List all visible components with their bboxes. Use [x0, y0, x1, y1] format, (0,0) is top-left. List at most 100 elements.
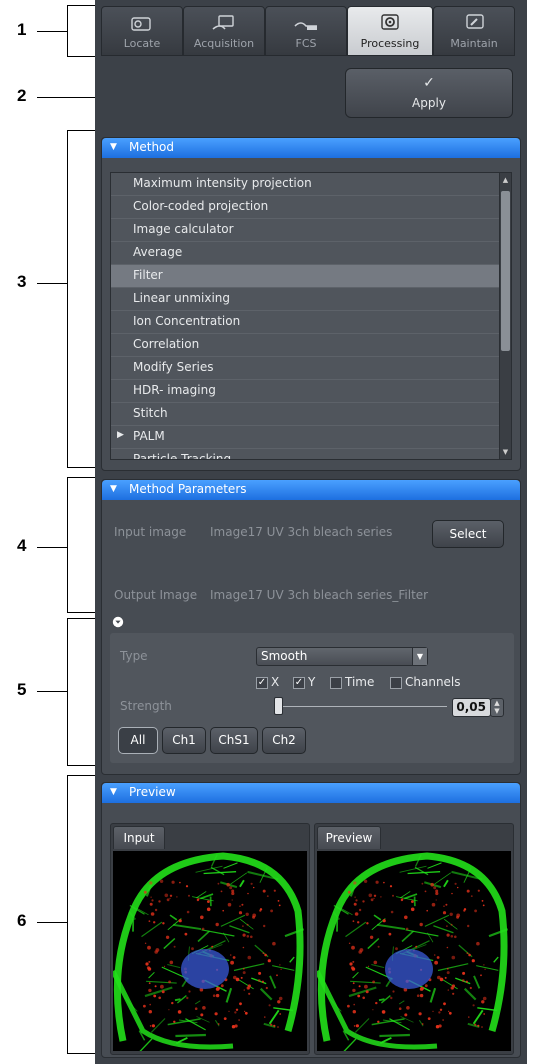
tab-fcs-label: FCS — [295, 37, 317, 50]
apply-button[interactable]: ✓ Apply — [345, 68, 513, 118]
method-list-item[interactable]: HDR- imaging — [111, 380, 499, 403]
input-image-tab[interactable]: Input — [113, 826, 165, 849]
method-list-item[interactable]: Average — [111, 242, 499, 265]
preview-image-window: Preview — [314, 823, 514, 1055]
locate-icon — [131, 17, 151, 31]
annotation-1: 1 — [17, 20, 27, 39]
channel-button-all[interactable]: All — [118, 727, 158, 754]
strength-label: Strength — [120, 699, 172, 713]
method-list-item[interactable]: Modify Series — [111, 357, 499, 380]
method-panel: ▼ Method Maximum intensity projection Col… — [101, 137, 521, 471]
preview-microscopy-image[interactable] — [317, 851, 511, 1051]
method-panel-title: Method — [129, 140, 175, 154]
method-parameters-panel: ▼ Method Parameters Input image Image17 … — [101, 479, 521, 775]
annotation-5-line — [37, 691, 67, 692]
annotation-2: 2 — [17, 86, 27, 105]
method-list-item-label: Image calculator — [133, 222, 234, 236]
checkbox-channels-label: Channels — [405, 675, 461, 689]
strength-value: 0,05 — [456, 700, 486, 714]
method-list-item[interactable]: Maximum intensity projection — [111, 173, 499, 196]
method-list-item-label: Particle Tracking — [133, 452, 232, 460]
strength-value-field[interactable]: 0,05 — [452, 698, 491, 717]
tab-maintain[interactable]: Maintain — [433, 6, 515, 56]
output-image-label: Output Image — [114, 588, 198, 602]
tab-processing[interactable]: Processing — [347, 6, 433, 56]
checkbox-y-label: Y — [308, 675, 316, 689]
method-list-item[interactable]: Linear unmixing — [111, 288, 499, 311]
annotation-4: 4 — [17, 536, 27, 555]
annotation-3-line — [37, 283, 67, 284]
scroll-up-arrow-icon[interactable]: ▲ — [500, 173, 511, 187]
check-icon: ✓ — [423, 75, 435, 91]
scroll-down-arrow-icon[interactable]: ▼ — [500, 445, 511, 459]
tab-locate[interactable]: Locate — [101, 6, 183, 56]
strength-slider-track[interactable] — [277, 706, 447, 707]
type-label: Type — [120, 649, 148, 663]
annotation-6-line — [37, 922, 67, 923]
processing-gear-icon — [381, 14, 399, 30]
channel-button-chs1[interactable]: ChS1 — [210, 727, 258, 754]
method-list-item[interactable]: Particle Tracking — [111, 449, 499, 460]
preview-panel: ▼ Preview Input Preview — [101, 782, 521, 1058]
checkbox-channels-box[interactable] — [390, 677, 402, 689]
expand-triangle-icon[interactable]: ▶ — [117, 430, 124, 440]
checkbox-x-box[interactable]: ✓ — [256, 677, 268, 689]
collapse-circle-icon[interactable] — [112, 616, 124, 628]
method-list-item-label: PALM — [133, 429, 165, 443]
method-list-item-label: Modify Series — [133, 360, 214, 374]
annotation-5: 5 — [17, 680, 27, 699]
checkbox-y-box[interactable]: ✓ — [293, 677, 305, 689]
select-button[interactable]: Select — [432, 520, 504, 548]
tab-locate-label: Locate — [123, 37, 161, 50]
method-list-item-label: HDR- imaging — [133, 383, 216, 397]
method-list-scrollbar[interactable]: ▲ ▼ — [499, 173, 511, 459]
method-list-item-label: Color-coded projection — [133, 199, 269, 213]
method-list-item[interactable]: ▶ PALM — [111, 426, 499, 449]
method-parameters-header[interactable]: ▼ Method Parameters — [102, 480, 520, 500]
checkbox-x-label: X — [271, 675, 280, 689]
tab-acquisition[interactable]: Acquisition — [183, 6, 265, 56]
checkbox-time-label: Time — [345, 675, 375, 689]
method-list-item-label: Filter — [133, 268, 163, 282]
method-list-item-label: Average — [133, 245, 183, 259]
fcs-icon — [294, 22, 317, 30]
method-list-item[interactable]: Stitch — [111, 403, 499, 426]
method-list-item[interactable]: Color-coded projection — [111, 196, 499, 219]
method-panel-header[interactable]: ▼ Method — [102, 138, 520, 158]
input-image-label: Input image — [114, 525, 187, 539]
tab-processing-label: Processing — [360, 37, 420, 50]
output-image-value: Image17 UV 3ch bleach series_Filter — [210, 588, 429, 602]
type-dropdown-value: Smooth — [261, 649, 308, 663]
preview-image-tab[interactable]: Preview — [317, 826, 381, 849]
method-list-item[interactable]: Ion Concentration — [111, 311, 499, 334]
method-list-item-label: Ion Concentration — [133, 314, 241, 328]
collapse-triangle-icon: ▼ — [110, 484, 117, 494]
cell-image-svg — [317, 852, 509, 1051]
input-image-window: Input — [110, 823, 310, 1055]
method-list-item[interactable]: Filter — [111, 265, 499, 288]
chevron-down-icon: ▼ — [412, 648, 427, 665]
method-list[interactable]: Maximum intensity projection Color-coded … — [110, 172, 512, 460]
channel-button-ch1[interactable]: Ch1 — [162, 727, 206, 754]
checkbox-time-box[interactable] — [330, 677, 342, 689]
channel-button-ch2[interactable]: Ch2 — [262, 727, 306, 754]
type-dropdown[interactable]: Smooth ▼ — [256, 647, 428, 666]
strength-slider-handle[interactable] — [274, 697, 283, 715]
tab-fcs[interactable]: FCS — [265, 6, 347, 56]
scroll-thumb[interactable] — [501, 191, 510, 351]
method-list-item[interactable]: Correlation — [111, 334, 499, 357]
collapse-triangle-icon: ▼ — [110, 787, 117, 797]
preview-panel-title: Preview — [129, 785, 176, 799]
strength-spinner[interactable]: ▲ ▼ — [490, 698, 504, 717]
tab-acquisition-label: Acquisition — [193, 37, 255, 50]
annotation-3: 3 — [17, 272, 27, 291]
method-list-item[interactable]: Image calculator — [111, 219, 499, 242]
input-microscopy-image[interactable] — [113, 851, 307, 1051]
method-list-item-label: Correlation — [133, 337, 200, 351]
annotation-4-line — [37, 547, 67, 548]
preview-panel-header[interactable]: ▼ Preview — [102, 783, 520, 803]
method-list-item-label: Linear unmixing — [133, 291, 231, 305]
method-parameters-title: Method Parameters — [129, 482, 247, 496]
method-list-item-label: Stitch — [133, 406, 168, 420]
maintain-wrench-icon — [466, 14, 484, 29]
